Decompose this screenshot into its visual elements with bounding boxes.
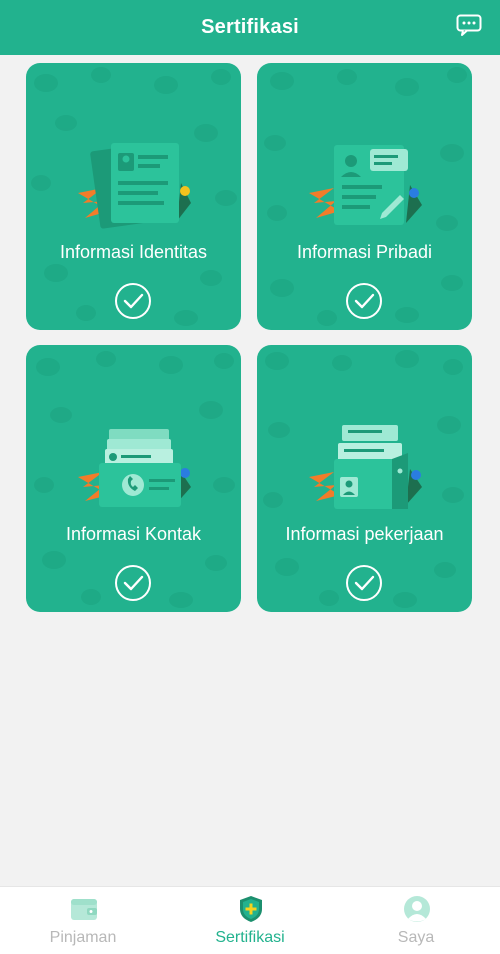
- card-label: Informasi pekerjaan: [285, 524, 444, 544]
- bottom-navigation: Pinjaman Sertifikasi Saya: [0, 886, 500, 954]
- card-label: Informasi Kontak: [65, 524, 202, 544]
- user-avatar-icon: [404, 896, 430, 922]
- card-label: Informasi Pribadi: [296, 242, 433, 262]
- personal-document-icon: [309, 145, 422, 225]
- check-circle-icon: [115, 565, 151, 601]
- id-card-icon: [78, 143, 191, 229]
- nav-label: Pinjaman: [49, 929, 117, 946]
- check-circle-icon: [346, 565, 382, 601]
- nav-label: Saya: [397, 929, 435, 946]
- chat-bubble-icon[interactable]: [456, 14, 482, 36]
- card-informasi-identitas[interactable]: Informasi Identitas: [26, 63, 241, 330]
- card-informasi-kontak[interactable]: Informasi Kontak: [26, 345, 241, 612]
- nav-item-pinjaman[interactable]: Pinjaman: [0, 887, 166, 954]
- nav-label: Sertifikasi: [215, 929, 285, 946]
- job-folder-icon: [309, 425, 422, 509]
- card-label: Informasi Identitas: [59, 242, 208, 262]
- card-informasi-pribadi[interactable]: Informasi Pribadi: [257, 63, 472, 330]
- page-title: Sertifikasi: [201, 16, 299, 38]
- nav-item-sertifikasi[interactable]: Sertifikasi: [167, 887, 333, 954]
- contact-cards-icon: [78, 429, 191, 507]
- nav-item-saya[interactable]: Saya: [333, 887, 499, 954]
- header-bar: Sertifikasi: [0, 0, 500, 55]
- check-circle-icon: [115, 283, 151, 319]
- card-informasi-pekerjaan[interactable]: Informasi pekerjaan: [257, 345, 472, 612]
- shield-plus-icon: [240, 896, 262, 922]
- wallet-icon: [71, 899, 97, 920]
- check-circle-icon: [346, 283, 382, 319]
